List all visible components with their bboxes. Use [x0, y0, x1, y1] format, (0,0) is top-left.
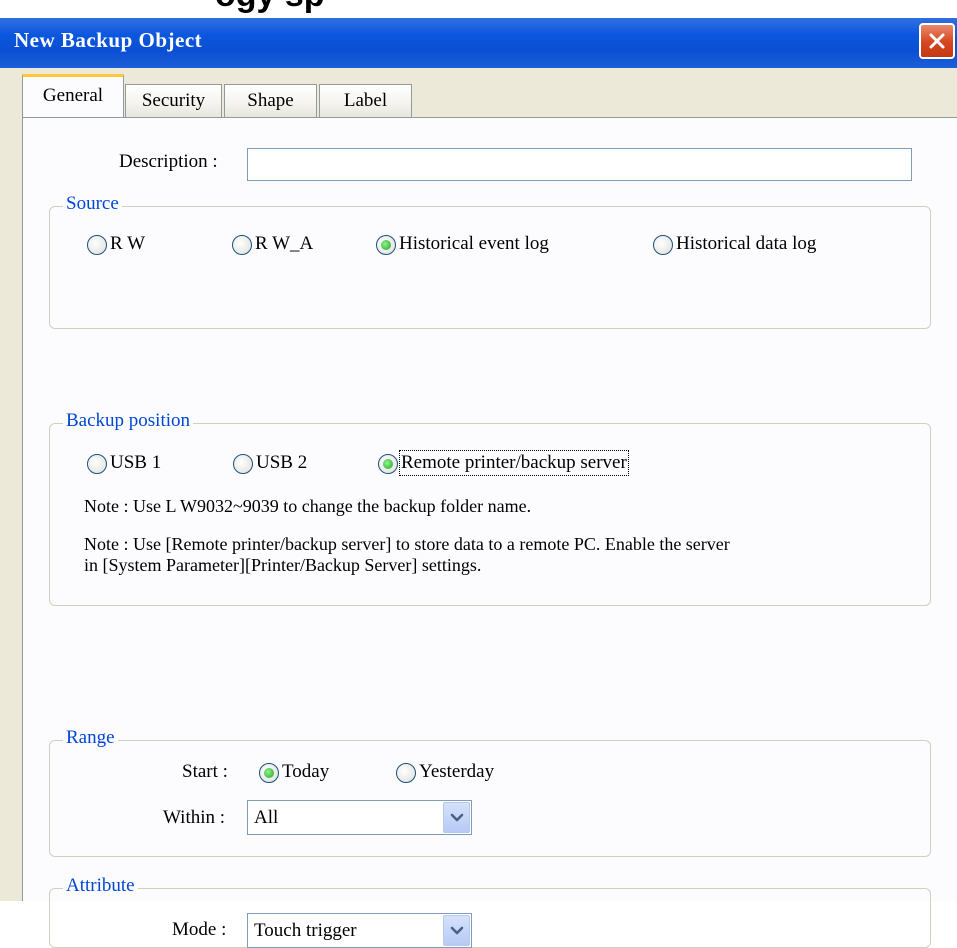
source-label-rw[interactable]: R W [110, 233, 145, 255]
tab-shape[interactable]: Shape [224, 84, 317, 117]
background-window-text: ogy sp [215, 0, 325, 15]
tab-security[interactable]: Security [125, 84, 222, 117]
source-label-rw-a[interactable]: R W_A [255, 233, 313, 255]
attribute-group: Attribute Mode : Touch trigger [49, 875, 931, 948]
backup-position-group: Backup position USB 1 USB 2 Remote print… [49, 410, 931, 606]
attribute-legend: Attribute [63, 875, 138, 897]
chevron-down-icon [450, 813, 464, 822]
description-input[interactable] [247, 148, 912, 181]
source-legend: Source [63, 193, 122, 215]
source-radio-rw[interactable] [87, 235, 107, 255]
general-panel: Description : Source R W R W_A Historica… [22, 117, 957, 948]
backup-label-remote-server[interactable]: Remote printer/backup server [399, 450, 629, 476]
range-radio-today[interactable] [259, 763, 279, 783]
tab-label-label: Label [343, 90, 388, 111]
close-button[interactable] [919, 23, 955, 59]
dialog-body: General Security Shape Label Description… [0, 68, 957, 948]
range-label-yesterday[interactable]: Yesterday [419, 761, 494, 783]
radio-selected-dot [264, 768, 274, 778]
source-label-historical-data-log[interactable]: Historical data log [676, 233, 816, 255]
range-radio-yesterday[interactable] [396, 763, 416, 783]
title-bar[interactable]: New Backup Object [0, 18, 957, 69]
description-label: Description : [119, 151, 218, 172]
range-start-label: Start : [182, 761, 228, 782]
backup-label-usb1[interactable]: USB 1 [110, 452, 161, 474]
source-label-historical-event-log[interactable]: Historical event log [399, 233, 549, 255]
within-dropdown-button[interactable] [443, 802, 470, 833]
backup-radio-usb1[interactable] [87, 454, 107, 474]
backup-note-remote-line1: Note : Use [Remote printer/backup server… [84, 534, 730, 554]
range-group: Range Start : Today Yesterday Within : A… [49, 727, 931, 857]
radio-selected-dot [381, 240, 391, 250]
tab-label[interactable]: Label [319, 84, 412, 117]
tab-security-label: Security [141, 90, 206, 111]
range-legend: Range [63, 727, 118, 749]
backup-radio-usb2[interactable] [233, 454, 253, 474]
backup-position-legend: Backup position [63, 410, 194, 432]
tab-general-label: General [42, 85, 104, 106]
range-within-label: Within : [163, 807, 226, 828]
background-window-fragment: ogy sp [0, 0, 957, 20]
source-group: Source R W R W_A Historical event log Hi… [49, 193, 931, 329]
within-dropdown[interactable]: All [247, 800, 472, 835]
within-value: All [254, 807, 279, 828]
mode-value: Touch trigger [254, 920, 357, 941]
source-radio-rw-a[interactable] [232, 235, 252, 255]
mode-dropdown[interactable]: Touch trigger [247, 913, 472, 948]
close-icon [929, 33, 945, 49]
tab-shape-label: Shape [247, 90, 294, 111]
window-title: New Backup Object [14, 28, 203, 52]
backup-radio-remote-server[interactable] [378, 454, 398, 474]
attribute-mode-label: Mode : [172, 919, 227, 940]
radio-selected-dot [383, 459, 393, 469]
chevron-down-icon [450, 926, 464, 935]
mode-dropdown-button[interactable] [443, 915, 470, 946]
source-radio-historical-data-log[interactable] [653, 235, 673, 255]
range-label-today[interactable]: Today [282, 761, 329, 783]
backup-note-folder: Note : Use L W9032~9039 to change the ba… [84, 496, 532, 516]
backup-label-usb2[interactable]: USB 2 [256, 452, 307, 474]
backup-note-remote-line2: in [System Parameter][Printer/Backup Ser… [84, 555, 482, 575]
tab-general[interactable]: General [22, 74, 124, 117]
source-radio-historical-event-log[interactable] [376, 235, 396, 255]
